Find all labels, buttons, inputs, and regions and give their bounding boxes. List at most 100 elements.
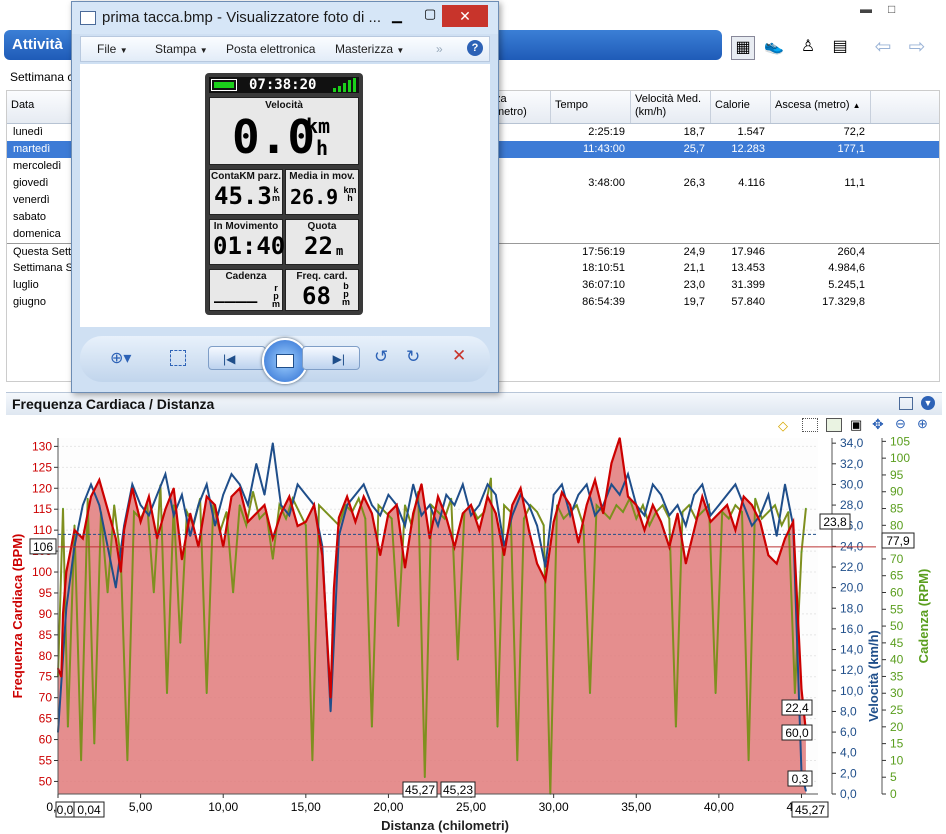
col-distance[interactable]: za metro) xyxy=(491,91,551,123)
cadence-point xyxy=(589,692,591,694)
hr-point xyxy=(288,495,291,498)
chart-panel-header: Frequenza Cardiaca / Distanza ▼ ◇ ▣ ✥ ⊖ … xyxy=(6,392,942,433)
hr-point xyxy=(420,483,423,485)
hr-point xyxy=(635,504,638,506)
shoe-icon[interactable]: 👟 xyxy=(763,36,785,58)
cadence-point xyxy=(390,517,393,520)
cadence-point xyxy=(490,477,492,480)
gps-speed-value: 0.0 xyxy=(232,110,316,164)
x-start2-label: 0,04 xyxy=(77,803,101,817)
cadence-point xyxy=(576,504,578,506)
menu-file[interactable]: File ▼ xyxy=(97,42,128,56)
hr-point xyxy=(561,491,563,494)
actual-size-icon[interactable] xyxy=(170,350,186,366)
previous-button[interactable]: |◀ xyxy=(208,346,266,370)
col-velocita[interactable]: Velocità Med. (km/h) xyxy=(631,91,711,123)
rotate-right-icon[interactable]: ↻ xyxy=(406,347,420,367)
hr-point xyxy=(362,495,365,498)
cadence-point xyxy=(305,524,307,527)
hr-point xyxy=(321,554,324,557)
cell-asc: 17.329,8 xyxy=(822,296,865,308)
viewer-maximize-button[interactable]: ▢ xyxy=(424,6,436,22)
hr-point xyxy=(544,579,547,582)
speed-axis-title: Velocità (km/h) xyxy=(866,630,881,722)
hr-point xyxy=(272,537,274,540)
col-calorie[interactable]: Calorie xyxy=(711,91,771,123)
menu-posta[interactable]: Posta elettronica xyxy=(226,42,315,56)
hr-point xyxy=(437,495,439,498)
chart-panel-title: Frequenza Cardiaca / Distanza xyxy=(12,396,215,412)
row-label: lunedì xyxy=(13,126,43,138)
window-maximize-button[interactable]: □ xyxy=(888,2,895,16)
viewer-minimize-button[interactable]: ▁ xyxy=(392,8,402,24)
gps-avg-box: Media in mov. 26.9 km h xyxy=(285,169,359,215)
row-label: sabato xyxy=(13,211,47,223)
collapse-chevron-icon[interactable]: ▼ xyxy=(921,396,935,410)
cadence-point xyxy=(701,511,704,513)
gps-time: 07:38:20 xyxy=(249,77,317,93)
zoom-icon[interactable]: ⊕▾ xyxy=(110,348,131,368)
viewer-menu-bar: File ▼ Stampa ▼ Posta elettronica Master… xyxy=(80,36,490,62)
layout-icon[interactable] xyxy=(899,397,913,410)
viewer-title-bar[interactable]: prima tacca.bmp - Visualizzatore foto di… xyxy=(72,2,498,34)
left-tick-label: 95 xyxy=(39,586,53,600)
hr-point xyxy=(618,437,621,439)
report-icon[interactable]: ▤ xyxy=(829,36,851,58)
cadence-tick-label: 25 xyxy=(890,703,904,717)
cell-speed: 19,7 xyxy=(683,296,705,308)
chevron-down-icon: ▼ xyxy=(199,46,208,55)
col-ascesa[interactable]: Ascesa (metro) ▲ xyxy=(771,91,871,123)
cadence-point xyxy=(496,726,499,728)
back-arrow-icon[interactable]: ⇦ xyxy=(872,36,894,58)
hr-point xyxy=(462,512,464,515)
athlete-icon[interactable]: ♙ xyxy=(797,36,819,58)
menu-stampa-label: Stampa xyxy=(155,42,197,56)
speed-point xyxy=(263,494,266,496)
cadence-point xyxy=(245,524,248,527)
speed-point xyxy=(618,494,621,496)
speed-point xyxy=(230,473,233,475)
menu-stampa[interactable]: Stampa ▼ xyxy=(155,42,208,56)
chevron-down-icon: ▼ xyxy=(396,46,405,55)
delete-icon[interactable]: ✕ xyxy=(452,346,466,366)
rotate-left-icon[interactable]: ↺ xyxy=(374,347,388,367)
speed-point xyxy=(412,483,415,486)
cadence-point xyxy=(675,726,677,728)
speed-point xyxy=(172,514,175,517)
cell-time: 86:54:39 xyxy=(582,296,625,308)
hr-point xyxy=(577,541,580,544)
hr-point xyxy=(205,495,208,498)
window-minimize-button[interactable]: ▬ xyxy=(860,2,872,16)
cadence-point xyxy=(397,625,400,627)
menu-masterizza[interactable]: Masterizza ▼ xyxy=(335,42,404,56)
cadence-point xyxy=(728,517,730,520)
x-tick-label: 20,00 xyxy=(373,800,403,814)
cadence-point xyxy=(615,504,618,506)
left-tick-label: 70 xyxy=(39,691,53,705)
help-icon[interactable]: ? xyxy=(467,40,483,56)
next-button[interactable]: ▶| xyxy=(302,346,360,370)
hr-point xyxy=(60,675,63,678)
speed-average-label: 23,8 xyxy=(823,515,847,529)
cadence-point xyxy=(562,517,565,520)
gps-status-bar: 07:38:20 xyxy=(209,77,359,93)
col-tempo[interactable]: Tempo xyxy=(551,91,631,123)
viewer-close-button[interactable]: ✕ xyxy=(442,5,488,27)
speed-point xyxy=(148,514,150,517)
hr-point xyxy=(387,512,390,515)
hr-point xyxy=(536,562,538,565)
gps-odo-value: 45.3 xyxy=(214,182,272,210)
hr-point xyxy=(371,512,373,515)
forward-arrow-icon[interactable]: ⇨ xyxy=(906,36,928,58)
gps-hr-value: 68 xyxy=(302,282,331,310)
speed-point xyxy=(668,514,671,517)
speed-point xyxy=(462,483,464,486)
speed-point xyxy=(701,483,704,486)
col-data[interactable]: Data xyxy=(7,91,77,123)
speed-tick-label: 0,0 xyxy=(840,787,857,801)
cadence-point xyxy=(503,504,505,506)
speed-tick-label: 6,0 xyxy=(840,725,857,739)
speed-point xyxy=(329,710,332,713)
calendar-view-icon[interactable]: ▦ xyxy=(731,36,755,60)
menu-more[interactable]: » xyxy=(436,42,443,56)
